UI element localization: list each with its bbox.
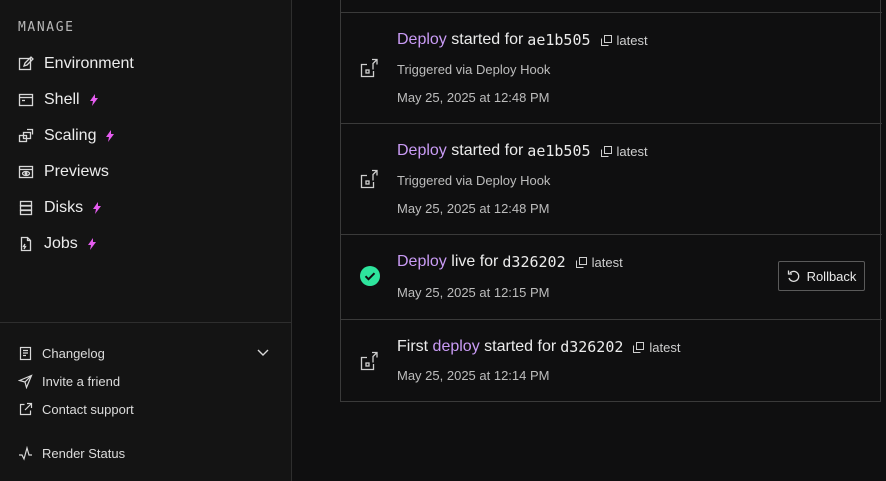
changelog-icon [18, 346, 33, 361]
deploy-icon [359, 57, 381, 79]
sidebar-item-shell[interactable]: Shell [18, 88, 98, 112]
event-trigger: Triggered via Deploy Hook [397, 62, 551, 77]
deploy-icon [359, 350, 381, 372]
event-item: Deploy live for d326202 latest May 25, 20… [341, 234, 882, 319]
copy-icon[interactable] [575, 256, 587, 268]
terminal-icon [18, 92, 34, 108]
tag-label: latest [616, 143, 648, 159]
copy-icon[interactable] [600, 145, 612, 157]
footer-item-changelog[interactable]: Changelog [18, 343, 105, 363]
event-timestamp: May 25, 2025 at 12:15 PM [397, 285, 550, 300]
deploy-icon [359, 168, 381, 190]
event-trigger: Triggered via Deploy Hook [397, 173, 551, 188]
sidebar: MANAGE Environment Shell Scaling Preview… [0, 0, 292, 481]
footer-item-label: Render Status [42, 445, 126, 461]
disk-icon [18, 200, 34, 216]
bolt-icon [93, 202, 102, 214]
deploy-link[interactable]: Deploy [397, 142, 447, 160]
deploy-link[interactable]: Deploy [397, 253, 447, 271]
copy-icon[interactable] [633, 341, 645, 353]
event-item: First deploy started for d326202 latest M… [341, 319, 882, 402]
event-title: Deploy started for ae1b505 latest [397, 142, 648, 160]
sidebar-item-label: Shell [44, 91, 80, 108]
bolt-icon [106, 130, 115, 142]
event-item: Deploy started for ae1b505 latest Trigger… [341, 12, 882, 123]
commit-hash[interactable]: d326202 [502, 253, 565, 271]
tag-label: latest [649, 339, 681, 355]
commit-hash[interactable]: ae1b505 [527, 31, 590, 49]
footer-item-label: Contact support [42, 401, 134, 417]
bolt-icon [89, 94, 98, 106]
footer-item-invite[interactable]: Invite a friend [18, 371, 120, 391]
footer-item-contact-support[interactable]: Contact support [18, 399, 134, 419]
sidebar-item-label: Previews [44, 163, 109, 180]
event-item: Deploy started for ae1b505 latest Trigger… [341, 123, 882, 234]
deploy-link[interactable]: Deploy [397, 31, 447, 49]
footer-item-label: Changelog [42, 345, 105, 361]
commit-hash[interactable]: d326202 [560, 338, 623, 356]
sidebar-item-label: Scaling [44, 127, 97, 144]
sidebar-divider [0, 322, 291, 323]
rollback-icon [787, 269, 801, 283]
preview-icon [18, 164, 34, 180]
deploy-link[interactable]: deploy [433, 338, 480, 356]
sidebar-item-label: Jobs [44, 235, 78, 252]
sidebar-item-environment[interactable]: Environment [18, 52, 134, 76]
rollback-label: Rollback [806, 268, 857, 284]
chevron-down-icon[interactable] [256, 345, 270, 359]
event-timestamp: May 25, 2025 at 12:48 PM [397, 90, 550, 105]
event-title: Deploy started for ae1b505 latest [397, 31, 648, 49]
footer-item-render-status[interactable]: Render Status [18, 443, 125, 463]
sidebar-item-previews[interactable]: Previews [18, 160, 109, 184]
sidebar-item-disks[interactable]: Disks [18, 196, 102, 220]
external-link-icon [18, 402, 33, 417]
send-icon [18, 373, 33, 389]
jobs-icon [18, 236, 34, 252]
event-timestamp: May 25, 2025 at 12:48 PM [397, 201, 550, 216]
sidebar-item-label: Environment [44, 55, 134, 72]
event-title: First deploy started for d326202 latest [397, 338, 681, 356]
sidebar-item-scaling[interactable]: Scaling [18, 124, 115, 148]
scaling-icon [18, 128, 34, 144]
success-check-icon [359, 265, 381, 287]
sidebar-item-jobs[interactable]: Jobs [18, 232, 96, 256]
rollback-button[interactable]: Rollback [778, 261, 865, 291]
tag-label: latest [591, 254, 623, 270]
section-title-manage: MANAGE [18, 20, 75, 35]
copy-icon[interactable] [600, 34, 612, 46]
tag-label: latest [616, 32, 648, 48]
footer-item-label: Invite a friend [42, 373, 121, 389]
sidebar-item-label: Disks [44, 199, 84, 216]
commit-hash[interactable]: ae1b505 [527, 142, 590, 160]
event-timestamp: May 25, 2025 at 12:14 PM [397, 368, 550, 383]
event-feed: Deploy started for ae1b505 latest Trigger… [340, 0, 882, 402]
bolt-icon [87, 238, 96, 250]
pulse-icon [18, 445, 33, 461]
edit-icon [18, 56, 34, 72]
event-title: Deploy live for d326202 latest [397, 253, 623, 271]
